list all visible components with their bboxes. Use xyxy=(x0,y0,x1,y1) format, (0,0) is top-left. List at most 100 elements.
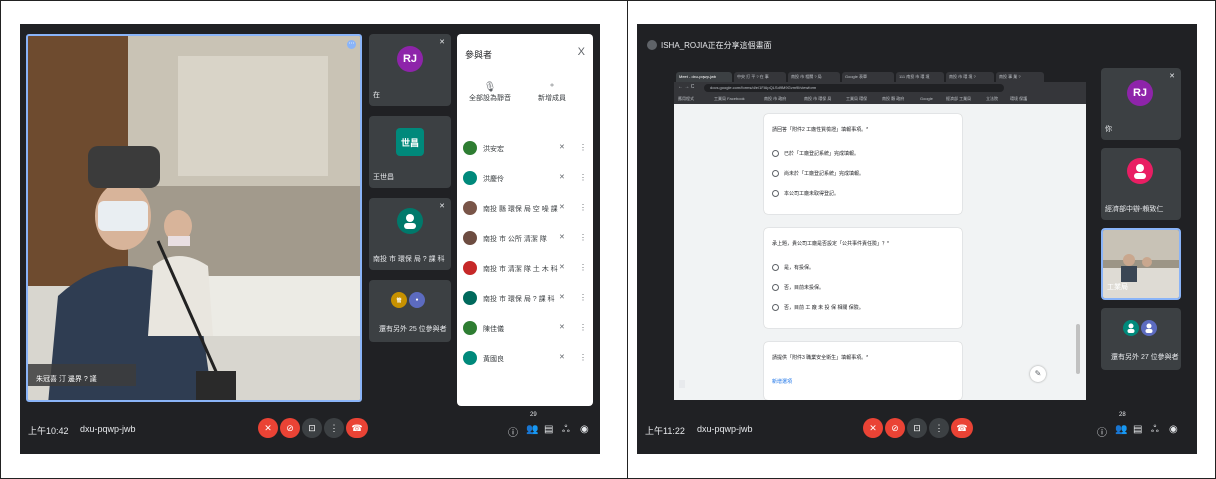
participant-name: 南投 縣 環保 局 空 噪 課 xyxy=(483,206,558,213)
add-option-button[interactable]: 新增選項 xyxy=(772,378,792,385)
mic-toggle-button[interactable]: ✕ xyxy=(863,418,883,438)
browser-tab[interactable]: 111 南投 市 環 境 xyxy=(896,72,944,82)
participant-tile[interactable]: RJ ✕ 你 xyxy=(1101,68,1181,140)
mic-off-icon[interactable]: ✕ xyxy=(559,173,565,181)
scrollbar[interactable] xyxy=(1076,324,1080,374)
more-vert-icon[interactable]: ⋮ xyxy=(579,173,587,182)
participant-tile[interactable]: 經濟部中辦-賴致仁 xyxy=(1101,148,1181,220)
participant-row[interactable]: 洪慶伶 ✕ ⋮ xyxy=(463,168,589,188)
add-people-button[interactable]: ⁺ 新增成員 xyxy=(527,82,577,103)
info-icon[interactable]: ⓘ xyxy=(508,424,518,439)
person-icon xyxy=(1127,323,1135,333)
participant-row[interactable]: 南投 市 公所 清潔 隊 ✕ ⋮ xyxy=(463,228,589,248)
more-vert-icon[interactable]: ⋮ xyxy=(579,263,587,272)
browser-tab[interactable]: 南投 事 業 ? xyxy=(996,72,1044,82)
radio-option[interactable]: 本公司工廠未取得登記。 xyxy=(772,190,839,197)
edit-icon[interactable]: ✎ xyxy=(1030,366,1046,382)
browser-tab[interactable]: Google 表單 xyxy=(842,72,894,82)
question-card: 請提供「附件3 職業安全衛生」填報事項。* 新增選項 xyxy=(764,342,962,400)
present-button[interactable]: ⊡ xyxy=(907,418,927,438)
people-icon[interactable]: 👥 xyxy=(1115,424,1127,435)
participant-tile[interactable]: 世昌 王世昌 xyxy=(369,116,451,188)
mic-off-icon[interactable]: ✕ xyxy=(559,263,565,271)
more-options-button[interactable]: ⋮ xyxy=(929,418,949,438)
participant-name: 洪慶伶 xyxy=(483,176,504,183)
more-options-icon[interactable]: ⋯ xyxy=(347,40,356,49)
radio-option[interactable]: 否，目前 工 廠 未 投 保 相關 保險。 xyxy=(772,304,864,311)
more-participants-tile[interactable]: 還有另外 27 位參與者 xyxy=(1101,308,1181,370)
browser-tab[interactable]: 南投 市 環 境 ? xyxy=(946,72,994,82)
participant-tile[interactable]: ✕ 南投 市 環保 局 ? 課 科 xyxy=(369,198,451,270)
mic-off-icon[interactable]: ✕ xyxy=(559,323,565,331)
activities-icon[interactable]: ஃ xyxy=(1151,424,1159,436)
radio-option[interactable]: 是，有投保。 xyxy=(772,264,814,271)
person-icon xyxy=(1145,323,1153,333)
participant-row[interactable]: 南投 縣 環保 局 空 噪 課 ✕ ⋮ xyxy=(463,198,589,218)
tile-name: 經濟部中辦-賴致仁 xyxy=(1105,206,1164,213)
bookmark-item[interactable]: 南投 市 政府 xyxy=(764,96,786,102)
more-vert-icon[interactable]: ⋮ xyxy=(579,233,587,242)
more-options-button[interactable]: ⋮ xyxy=(324,418,344,438)
bookmark-item[interactable]: 環境 保護 xyxy=(1010,96,1027,102)
browser-tab[interactable]: 南投 市 相關 ? 局 xyxy=(788,72,840,82)
tile-name: 王世昌 xyxy=(373,174,394,181)
camera-toggle-button[interactable]: ⊘ xyxy=(885,418,905,438)
bookmarks-bar: 應用程式 工業局 Facebook 南投 市 政府 南投 市 環保 局 工業局 … xyxy=(674,94,1086,104)
browser-tab[interactable]: Meet - dxu-pqwp-jwb xyxy=(676,72,732,82)
bookmark-item[interactable]: 立法院 xyxy=(986,96,998,102)
host-controls-icon[interactable]: ◉ xyxy=(1169,424,1178,435)
participant-row[interactable]: 南投 市 環保 局 ? 課 科 ✕ ⋮ xyxy=(463,288,589,308)
meeting-time: 上午10:42 xyxy=(28,426,69,436)
mute-all-button[interactable]: 🎙 全部設為靜音 xyxy=(465,82,515,103)
mic-toggle-button[interactable]: ✕ xyxy=(258,418,278,438)
bookmark-item[interactable]: 經濟部 工業局 xyxy=(946,96,971,102)
host-controls-icon[interactable]: ◉ xyxy=(580,424,589,435)
present-button[interactable]: ⊡ xyxy=(302,418,322,438)
more-vert-icon[interactable]: ⋮ xyxy=(579,203,587,212)
meeting-code: dxu-pqwp-jwb xyxy=(697,424,753,434)
mic-off-icon[interactable]: ✕ xyxy=(559,353,565,361)
camera-toggle-button[interactable]: ⊘ xyxy=(280,418,300,438)
more-vert-icon[interactable]: ⋮ xyxy=(579,293,587,302)
mic-off-icon[interactable]: ✕ xyxy=(559,203,565,211)
participant-row[interactable]: 南投 市 清潔 隊 土 木 科 ✕ ⋮ xyxy=(463,258,589,278)
bookmark-item[interactable]: 南投 縣 政府 xyxy=(882,96,904,102)
bookmark-item[interactable]: 應用程式 xyxy=(678,96,694,102)
leave-call-button[interactable]: ☎ xyxy=(951,418,973,438)
bookmark-item[interactable]: 工業局 Facebook xyxy=(714,96,745,102)
more-vert-icon[interactable]: ⋮ xyxy=(579,143,587,152)
avatar: RJ xyxy=(1127,80,1153,106)
presenter-icon xyxy=(647,40,657,50)
participant-tile[interactable]: RJ ✕ 在 xyxy=(369,34,451,106)
more-vert-icon[interactable]: ⋮ xyxy=(579,323,587,332)
nav-buttons-icon[interactable]: ← → C xyxy=(678,84,694,90)
more-vert-icon[interactable]: ⋮ xyxy=(579,353,587,362)
people-icon[interactable]: 👥 xyxy=(526,424,538,435)
bookmark-item[interactable]: 工業局 環保 xyxy=(846,96,867,102)
radio-option[interactable]: 否，目前未投保。 xyxy=(772,284,824,291)
bookmark-item[interactable]: 南投 市 環保 局 xyxy=(804,96,831,102)
mic-off-icon[interactable]: ✕ xyxy=(559,233,565,241)
leave-call-button[interactable]: ☎ xyxy=(346,418,368,438)
participant-row[interactable]: 洪安宏 ✕ ⋮ xyxy=(463,138,589,158)
participant-row[interactable]: 陳佳儀 ✕ ⋮ xyxy=(463,318,589,338)
url-field[interactable]: docs.google.com/forms/d/e/1FAIpQLSd9M9Gv… xyxy=(704,84,1004,92)
close-icon[interactable]: X xyxy=(578,46,585,58)
chat-icon[interactable]: ▤ xyxy=(544,424,553,435)
bookmark-item[interactable]: Google xyxy=(920,96,933,101)
browser-tab[interactable]: 中央 打 平 ? 在 事 xyxy=(734,72,786,82)
activities-icon[interactable]: ஃ xyxy=(562,424,570,436)
tile-name: 還有另外 27 位參與者 xyxy=(1111,354,1179,361)
participant-avatar xyxy=(463,351,477,365)
participant-video-tile[interactable]: 工業局 xyxy=(1101,228,1181,300)
chat-icon[interactable]: ▤ xyxy=(1133,424,1142,435)
mic-off-icon[interactable]: ✕ xyxy=(559,293,565,301)
participant-row[interactable]: 黃國良 ✕ ⋮ xyxy=(463,348,589,368)
tile-name: 工業局 xyxy=(1107,284,1128,291)
radio-option[interactable]: 尚未於「工廠登記系統」完成填報。 xyxy=(772,170,864,177)
more-participants-tile[interactable]: 管 ● 還有另外 25 位參與者 xyxy=(369,280,451,342)
info-icon[interactable]: ⓘ xyxy=(1097,424,1107,439)
radio-option[interactable]: 已於「工廠登記系統」完成填報。 xyxy=(772,150,859,157)
mic-off-icon[interactable]: ✕ xyxy=(559,143,565,151)
video-name-label: 朱冠喜 汀 邊界 ? 議 xyxy=(36,376,97,383)
